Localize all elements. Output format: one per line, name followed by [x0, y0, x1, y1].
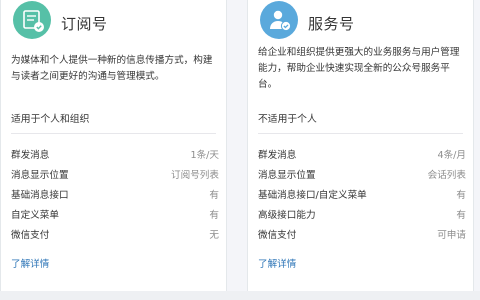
feature-name: 微信支付	[258, 230, 297, 241]
subscription-doc-icon	[13, 1, 51, 39]
feature-row-display-position: 消息显示位置 会话列表	[258, 168, 466, 184]
service-learn-more-link[interactable]: 了解详情	[258, 256, 296, 270]
feature-name: 群发消息	[11, 150, 50, 161]
feature-name: 基础消息接口	[11, 190, 69, 201]
feature-value: 有	[209, 210, 219, 221]
subscription-account-card: 订阅号 为媒体和个人提供一种新的信息传播方式，构建与读者之间更好的沟通与管理模式…	[0, 0, 227, 292]
feature-row-broadcast: 群发消息 1条/天	[11, 148, 219, 164]
subscription-suitable-for: 适用于个人和组织	[11, 114, 90, 125]
feature-row-wechat-pay: 微信支付 无	[11, 228, 219, 244]
service-description: 给企业和组织提供更强大的业务服务与用户管理能力，帮助企业快速实现全新的公众号服务…	[258, 47, 460, 90]
service-title: 服务号	[308, 15, 355, 33]
feature-name: 自定义菜单	[11, 210, 59, 221]
subscription-title: 订阅号	[61, 15, 108, 33]
feature-name: 基础消息接口/自定义菜单	[258, 190, 367, 201]
feature-value: 4条/月	[437, 150, 466, 161]
feature-value: 会话列表	[427, 170, 466, 181]
feature-value: 有	[209, 190, 219, 201]
feature-value: 1条/天	[190, 150, 219, 161]
feature-value: 可申请	[437, 230, 466, 241]
feature-row-advanced-api: 高级接口能力 有	[258, 208, 466, 224]
subscription-divider	[11, 133, 216, 134]
feature-name: 消息显示位置	[11, 170, 69, 181]
feature-row-broadcast: 群发消息 4条/月	[258, 148, 466, 164]
feature-name: 微信支付	[11, 230, 50, 241]
feature-value: 有	[456, 210, 466, 221]
feature-name: 消息显示位置	[258, 170, 316, 181]
feature-value: 订阅号列表	[171, 170, 219, 181]
feature-row-basic-api-custom-menu: 基础消息接口/自定义菜单 有	[258, 188, 466, 204]
feature-value: 无	[209, 230, 219, 241]
feature-row-custom-menu: 自定义菜单 有	[11, 208, 219, 224]
subscription-learn-more-link[interactable]: 了解详情	[11, 256, 49, 270]
feature-row-display-position: 消息显示位置 订阅号列表	[11, 168, 219, 184]
service-account-card: 服务号 给企业和组织提供更强大的业务服务与用户管理能力，帮助企业快速实现全新的公…	[247, 0, 474, 292]
subscription-description: 为媒体和个人提供一种新的信息传播方式，构建与读者之间更好的沟通与管理模式。	[11, 55, 213, 82]
service-person-icon	[260, 1, 298, 39]
service-suitable-for: 不适用于个人	[258, 114, 317, 125]
service-divider	[258, 133, 463, 134]
feature-row-basic-api: 基础消息接口 有	[11, 188, 219, 204]
feature-name: 群发消息	[258, 150, 297, 161]
page-bottom-strip	[0, 291, 480, 300]
feature-row-wechat-pay: 微信支付 可申请	[258, 228, 466, 244]
feature-value: 有	[456, 190, 466, 201]
feature-name: 高级接口能力	[258, 210, 316, 221]
